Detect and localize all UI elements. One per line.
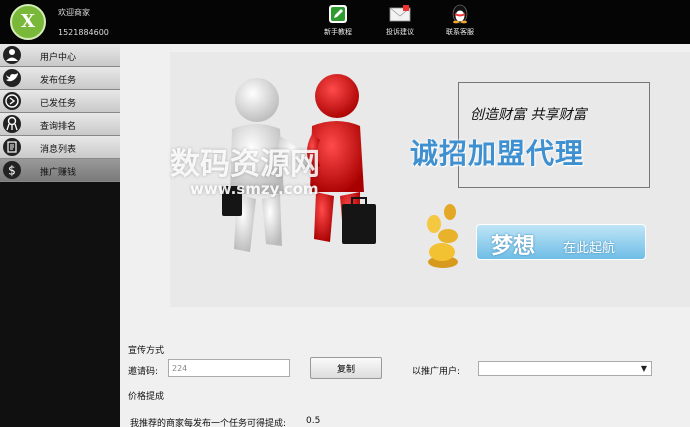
app-logo: X	[10, 4, 46, 40]
envelope-icon	[389, 5, 411, 22]
commission-rate-value: 0.5	[306, 416, 321, 426]
promoted-user-label: 以推广用户:	[412, 367, 461, 377]
twitter-bird-icon	[3, 69, 21, 87]
dollar-icon: $	[3, 161, 21, 179]
chevron-down-icon: ▼	[640, 364, 647, 373]
tutorial-button[interactable]: 新手教程	[316, 3, 360, 41]
qq-penguin-icon	[452, 4, 468, 24]
welcome-text: 欢迎商家	[58, 8, 90, 17]
sidebar-item-label: 用户中心	[40, 53, 77, 63]
promotion-section-title: 宣传方式	[128, 346, 165, 356]
franchise-headline: 诚招加盟代理	[410, 137, 585, 170]
contact-support-button[interactable]: 联系客服	[438, 3, 482, 41]
sidebar-item-label: 消息列表	[40, 145, 77, 155]
sidebar: 用户中心 发布任务 已发任务 查询排名 消息列表 $ 推广赚钱	[0, 44, 120, 427]
sidebar-item-label: 发布任务	[40, 76, 77, 86]
sidebar-item-message-list[interactable]: 消息列表	[0, 136, 120, 159]
ribbon-icon	[3, 115, 21, 133]
feedback-button[interactable]: 投诉建议	[378, 3, 422, 41]
pricing-section-title: 价格提成	[128, 392, 165, 402]
dream-text: 梦想	[491, 234, 536, 259]
sidebar-item-user-center[interactable]: 用户中心	[0, 44, 120, 67]
contact-support-label: 联系客服	[446, 28, 474, 36]
sidebar-item-label: 推广赚钱	[40, 168, 77, 178]
promoted-user-select[interactable]: ▼	[478, 361, 652, 376]
account-phone: 1521884600	[58, 28, 109, 37]
main-panel: 创造财富 共享财富 诚招加盟代理 梦想 在此起航 数码资源网 www.smzy.…	[120, 44, 690, 427]
commission-rate-label: 我推荐的商家每发布一个任务可得提成:	[130, 419, 287, 427]
pencil-icon	[329, 5, 347, 23]
sidebar-item-published-tasks[interactable]: 已发任务	[0, 90, 120, 113]
tutorial-label: 新手教程	[324, 28, 352, 36]
site-watermark-url: www.smzy.com	[190, 180, 319, 198]
sidebar-item-publish-task[interactable]: 发布任务	[0, 67, 120, 90]
dream-sets-sail-badge: 梦想 在此起航	[476, 224, 646, 260]
svg-text:$: $	[8, 164, 16, 178]
invite-code-label: 邀请码:	[128, 367, 159, 377]
site-watermark: 数码资源网	[170, 147, 320, 182]
feedback-label: 投诉建议	[386, 28, 414, 36]
sidebar-item-promote-earn[interactable]: $ 推广赚钱	[0, 159, 120, 182]
set-sail-text: 在此起航	[563, 241, 616, 256]
sidebar-item-query-ranking[interactable]: 查询排名	[0, 113, 120, 136]
logo-letter: X	[21, 11, 35, 32]
sidebar-item-label: 查询排名	[40, 122, 77, 132]
user-icon	[3, 46, 21, 64]
gold-coins-icon	[427, 204, 458, 268]
arrow-circle-icon	[3, 92, 21, 110]
document-icon	[3, 138, 21, 156]
top-bar: X 欢迎商家 1521884600 新手教程 投诉建议 联系客服	[0, 0, 690, 44]
sidebar-item-label: 已发任务	[40, 99, 77, 109]
invite-code-input[interactable]	[168, 359, 290, 377]
slogan-text: 创造财富 共享财富	[470, 107, 587, 123]
copy-button[interactable]: 复制	[310, 357, 382, 379]
